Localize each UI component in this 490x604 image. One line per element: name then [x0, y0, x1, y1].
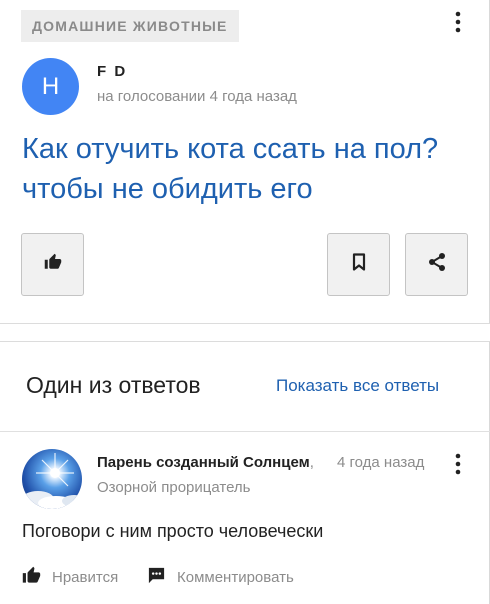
like-button[interactable] — [21, 233, 84, 296]
answer-comment-label: Комментировать — [177, 569, 294, 586]
share-icon — [427, 252, 447, 277]
answer-like-button[interactable]: Нравится — [22, 566, 118, 589]
share-button[interactable] — [405, 233, 468, 296]
answer-author-label[interactable]: Парень созданный Солнцем — [97, 454, 310, 471]
answer-menu-icon[interactable] — [452, 453, 464, 475]
bookmark-icon — [351, 253, 367, 276]
answer-comma: , — [309, 454, 314, 471]
answer-text: Поговори с ним просто человечески — [22, 521, 324, 541]
answer-card: Один из ответов Показать все ответы Паре… — [0, 341, 490, 604]
question-card: ДОМАШНИЕ ЖИВОТНЫЕ H F D на голосовании 4… — [0, 0, 490, 324]
thumbs-up-icon — [44, 253, 62, 276]
category-tag[interactable]: ДОМАШНИЕ ЖИВОТНЫЕ — [21, 10, 239, 42]
answer-author-name[interactable]: Парень созданный Солнцем, — [97, 454, 314, 471]
comment-icon — [147, 566, 177, 589]
question-title[interactable]: Как отучить кота ссать на пол? чтобы не … — [22, 129, 472, 209]
divider — [0, 431, 490, 432]
author-avatar[interactable]: H — [22, 58, 79, 115]
answer-time: 4 года назад — [337, 454, 425, 471]
answer-author-rank: Озорной прорицатель — [97, 479, 251, 496]
thumbs-up-icon — [22, 566, 52, 589]
question-meta: на голосовании 4 года назад — [97, 88, 297, 105]
answers-heading: Один из ответов — [26, 372, 201, 398]
author-name[interactable]: F D — [97, 63, 127, 80]
answer-author-avatar[interactable] — [22, 449, 82, 509]
question-menu-icon[interactable] — [452, 11, 464, 33]
bookmark-button[interactable] — [327, 233, 390, 296]
show-all-answers-link[interactable]: Показать все ответы — [276, 376, 439, 396]
card-gap — [0, 324, 490, 342]
answer-comment-button[interactable]: Комментировать — [147, 566, 294, 589]
answer-like-label: Нравится — [52, 569, 119, 586]
